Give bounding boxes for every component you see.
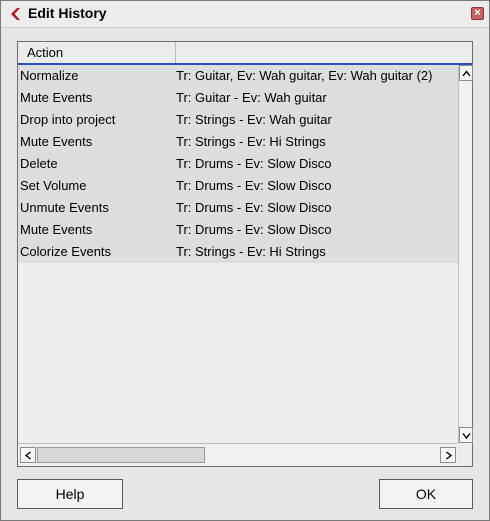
- title-bar[interactable]: Edit History ×: [1, 1, 489, 28]
- scroll-up-button[interactable]: [459, 65, 473, 81]
- table-row[interactable]: Mute Events Tr: Guitar - Ev: Wah guitar: [18, 87, 458, 109]
- table-row[interactable]: Delete Tr: Drums - Ev: Slow Disco: [18, 153, 458, 175]
- column-header-details[interactable]: [176, 42, 472, 63]
- row-detail: Tr: Drums - Ev: Slow Disco: [176, 156, 332, 171]
- chevron-left-icon: [24, 451, 31, 460]
- column-header-action[interactable]: Action: [18, 42, 176, 63]
- chevron-right-icon: [446, 451, 453, 460]
- table-row[interactable]: Colorize Events Tr: Strings - Ev: Hi Stri…: [18, 241, 458, 263]
- row-action: Normalize: [20, 68, 79, 83]
- row-detail: Tr: Drums - Ev: Slow Disco: [176, 222, 332, 237]
- horizontal-scrollbar[interactable]: [18, 443, 458, 466]
- table-row[interactable]: Set Volume Tr: Drums - Ev: Slow Disco: [18, 175, 458, 197]
- dialog-title: Edit History: [28, 5, 107, 21]
- history-rows: Normalize Tr: Guitar, Ev: Wah guitar, Ev:…: [18, 65, 458, 263]
- table-row[interactable]: Normalize Tr: Guitar, Ev: Wah guitar, Ev:…: [18, 65, 458, 87]
- edit-history-dialog: Edit History × Action Normalize Tr: Guita…: [0, 0, 490, 521]
- row-detail: Tr: Strings - Ev: Wah guitar: [176, 112, 332, 127]
- horizontal-scroll-thumb[interactable]: [37, 447, 205, 463]
- cubase-logo-icon: [11, 8, 20, 20]
- row-action: Mute Events: [20, 90, 93, 105]
- vertical-scrollbar[interactable]: [458, 65, 473, 443]
- chevron-down-icon: [462, 433, 471, 440]
- table-row[interactable]: Drop into project Tr: Strings - Ev: Wah g…: [18, 109, 458, 131]
- close-icon[interactable]: ×: [471, 7, 484, 20]
- table-row[interactable]: Unmute Events Tr: Drums - Ev: Slow Disco: [18, 197, 458, 219]
- row-action: Mute Events: [20, 222, 93, 237]
- row-action: Set Volume: [20, 178, 87, 193]
- row-action: Mute Events: [20, 134, 93, 149]
- row-detail: Tr: Guitar, Ev: Wah guitar, Ev: Wah guit…: [176, 68, 433, 83]
- row-detail: Tr: Guitar - Ev: Wah guitar: [176, 90, 327, 105]
- row-detail: Tr: Strings - Ev: Hi Strings: [176, 244, 326, 259]
- scroll-left-button[interactable]: [20, 447, 36, 463]
- row-detail: Tr: Drums - Ev: Slow Disco: [176, 200, 332, 215]
- row-detail: Tr: Strings - Ev: Hi Strings: [176, 134, 326, 149]
- list-header: Action: [18, 42, 472, 65]
- table-row[interactable]: Mute Events Tr: Strings - Ev: Hi Strings: [18, 131, 458, 153]
- ok-button[interactable]: OK: [379, 479, 473, 509]
- history-list: Action Normalize Tr: Guitar, Ev: Wah guit…: [17, 41, 473, 467]
- scroll-right-button[interactable]: [440, 447, 456, 463]
- row-action: Unmute Events: [20, 200, 109, 215]
- help-button[interactable]: Help: [17, 479, 123, 509]
- chevron-up-icon: [462, 70, 471, 77]
- row-action: Drop into project: [20, 112, 116, 127]
- row-action: Delete: [20, 156, 58, 171]
- row-action: Colorize Events: [20, 244, 112, 259]
- scroll-down-button[interactable]: [459, 427, 473, 443]
- table-row[interactable]: Mute Events Tr: Drums - Ev: Slow Disco: [18, 219, 458, 241]
- row-detail: Tr: Drums - Ev: Slow Disco: [176, 178, 332, 193]
